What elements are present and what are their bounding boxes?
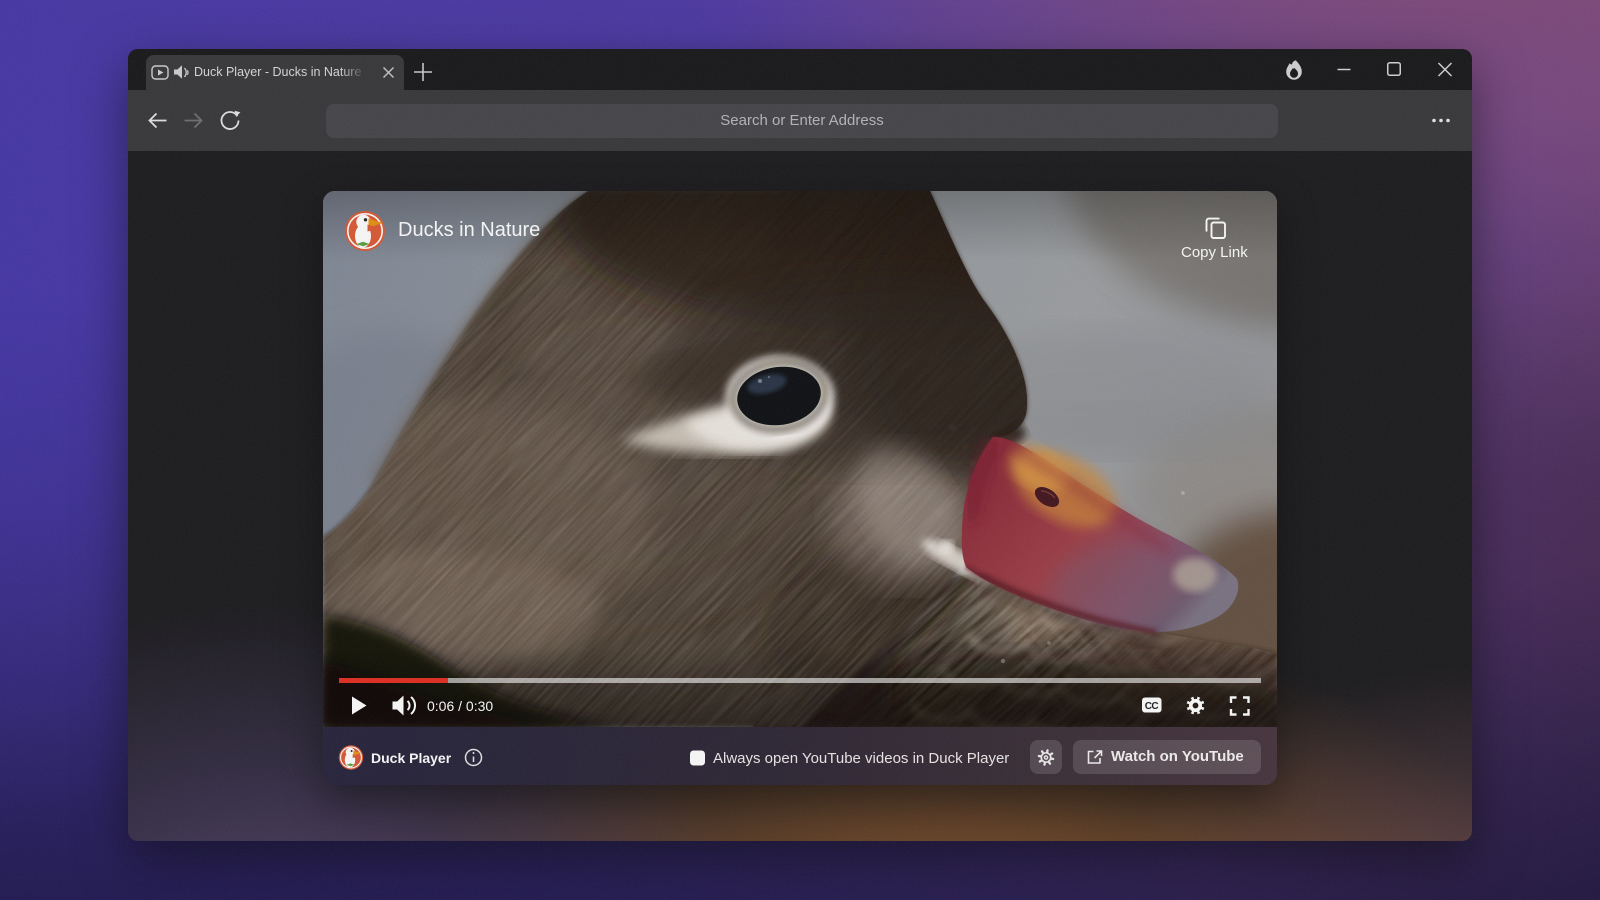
- svg-text:CC: CC: [1145, 701, 1159, 712]
